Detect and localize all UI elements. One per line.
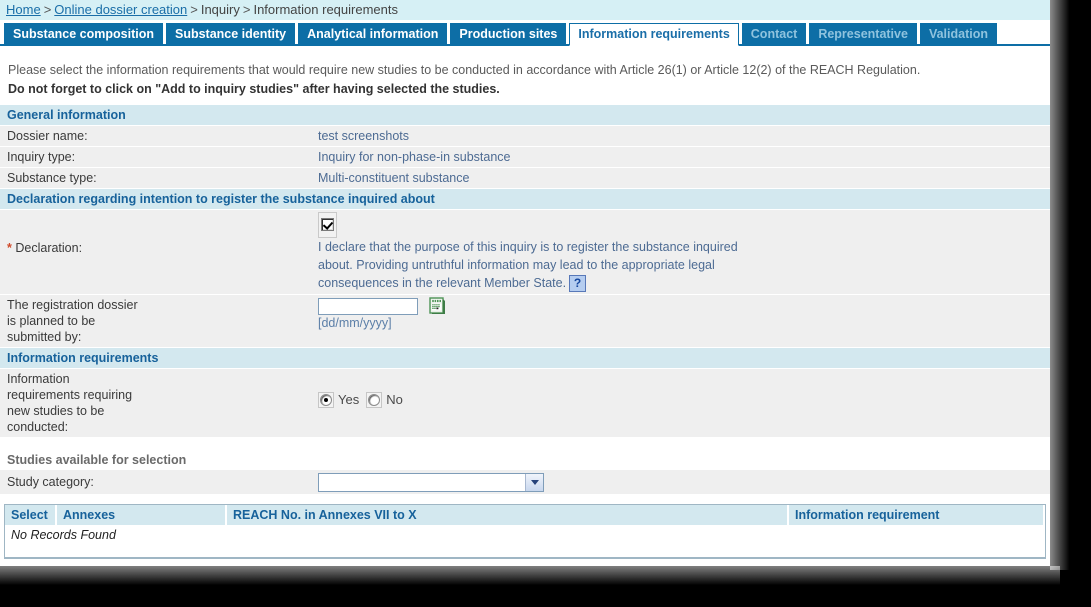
value-inquiry-type: Inquiry for non-phase-in substance (318, 150, 511, 164)
chevron-down-icon[interactable] (525, 473, 543, 491)
breadcrumb-link-online-dossier-creation[interactable]: Online dossier creation (54, 2, 187, 17)
section-header-general-information: General information (0, 105, 1050, 126)
calendar-icon[interactable] (429, 297, 447, 315)
breadcrumb-item-information-requirements: Information requirements (253, 2, 398, 17)
radio-yes-wrapper[interactable] (318, 391, 334, 408)
label-declaration-text: Declaration: (15, 241, 83, 255)
radio-no-wrapper[interactable] (366, 391, 383, 408)
label-inquiry-type: Inquiry type: (7, 150, 76, 164)
label-new-studies-line-3: new studies to be (7, 404, 105, 419)
new-studies-radio-group: Yes No (318, 369, 1050, 437)
breadcrumb-item-inquiry: Inquiry (200, 2, 240, 17)
label-new-studies-line-1: Information (7, 372, 70, 387)
planned-submission-input-group: [dd/mm/yyyy] (318, 295, 1050, 347)
value-substance-type: Multi-constituent substance (318, 171, 470, 185)
date-format-hint: [dd/mm/yyyy] (318, 316, 392, 331)
field-row-declaration: * Declaration: I declare that the purpos… (0, 210, 1050, 296)
breadcrumb-separator: > (190, 2, 198, 17)
column-header-reach-no: REACH No. in Annexes VII to X (227, 505, 789, 526)
instruction-line-1: Please select the information requiremen… (8, 63, 921, 77)
studies-results-table: Select Annexes REACH No. in Annexes VII … (4, 504, 1046, 560)
label-dossier-name: Dossier name: (7, 129, 88, 143)
label-substance-type: Substance type: (7, 171, 97, 185)
label-study-category: Study category: (7, 475, 94, 490)
label-new-studies-line-4: conducted: (7, 420, 69, 435)
tab-substance-identity[interactable]: Substance identity (166, 23, 296, 45)
help-icon[interactable]: ? (569, 275, 587, 293)
field-row-dossier-name: Dossier name: test screenshots (0, 126, 1050, 147)
field-row-new-studies-required: Information requirements requiring new s… (0, 369, 1050, 439)
planned-submission-date-input[interactable] (318, 297, 418, 315)
label-planned-line-3: submitted by: (7, 330, 82, 345)
label-planned-submission-date: The registration dossier is planned to b… (0, 295, 318, 347)
tab-production-sites[interactable]: Production sites (450, 23, 567, 45)
column-header-select: Select (5, 505, 57, 526)
study-category-control (318, 471, 1050, 494)
breadcrumb-link-home[interactable]: Home (6, 2, 41, 17)
table-header-row: Select Annexes REACH No. in Annexes VII … (5, 505, 1045, 526)
declaration-statement-text: I declare that the purpose of this inqui… (318, 240, 738, 290)
field-row-planned-submission-date: The registration dossier is planned to b… (0, 295, 1050, 349)
required-marker: * (7, 241, 12, 255)
declaration-checkbox-wrapper[interactable] (318, 212, 337, 238)
instruction-line-2: Do not forget to click on "Add to inquir… (8, 82, 500, 96)
window-gutter-right (1050, 0, 1091, 607)
declaration-statement: I declare that the purpose of this inqui… (318, 238, 758, 293)
label-new-studies-line-2: requirements requiring (7, 388, 133, 403)
section-header-information-requirements: Information requirements (0, 348, 1050, 370)
radio-no-label: No (386, 391, 403, 407)
label-planned-line-2: is planned to be (7, 314, 96, 329)
field-row-inquiry-type: Inquiry type: Inquiry for non-phase-in s… (0, 147, 1050, 168)
tab-bar: Substance composition Substance identity A… (0, 20, 1050, 46)
tab-analytical-information[interactable]: Analytical information (298, 23, 448, 45)
label-planned-line-1: The registration dossier (7, 298, 138, 313)
table-empty-message: No Records Found (5, 525, 1045, 550)
table-body-padding (5, 549, 1045, 558)
instruction-text: Please select the information requiremen… (0, 46, 1050, 105)
tab-substance-composition[interactable]: Substance composition (4, 23, 163, 45)
study-category-select[interactable] (318, 472, 544, 492)
tab-contact[interactable]: Contact (741, 23, 807, 45)
field-row-study-category: Study category: (0, 470, 1050, 496)
breadcrumb: Home > Online dossier creation > Inquiry > Inf… (0, 0, 1050, 20)
value-dossier-name: test screenshots (318, 129, 410, 143)
label-new-studies-required: Information requirements requiring new s… (0, 369, 318, 437)
radio-yes[interactable] (320, 393, 332, 406)
radio-yes-label: Yes (338, 391, 360, 407)
window-gutter-bottom (0, 566, 1091, 607)
breadcrumb-separator: > (242, 2, 251, 17)
tab-representative[interactable]: Representative (809, 23, 917, 45)
section-header-declaration: Declaration regarding intention to regis… (0, 189, 1050, 210)
field-row-substance-type: Substance type: Multi-constituent substa… (0, 168, 1050, 189)
section-header-studies-available: Studies available for selection (0, 449, 1050, 471)
application-page: Home > Online dossier creation > Inquiry > Inf… (0, 0, 1050, 566)
label-declaration: * Declaration: (0, 210, 318, 258)
column-header-annexes: Annexes (57, 505, 227, 526)
declaration-content: I declare that the purpose of this inqui… (318, 210, 1050, 294)
declaration-checkbox[interactable] (321, 218, 334, 231)
tab-validation[interactable]: Validation (919, 23, 997, 45)
tab-information-requirements[interactable]: Information requirements (569, 23, 739, 46)
column-header-information-requirement: Information requirement (789, 505, 1045, 526)
breadcrumb-separator: > (43, 2, 52, 17)
spacer (0, 438, 1050, 450)
radio-no[interactable] (368, 393, 381, 406)
